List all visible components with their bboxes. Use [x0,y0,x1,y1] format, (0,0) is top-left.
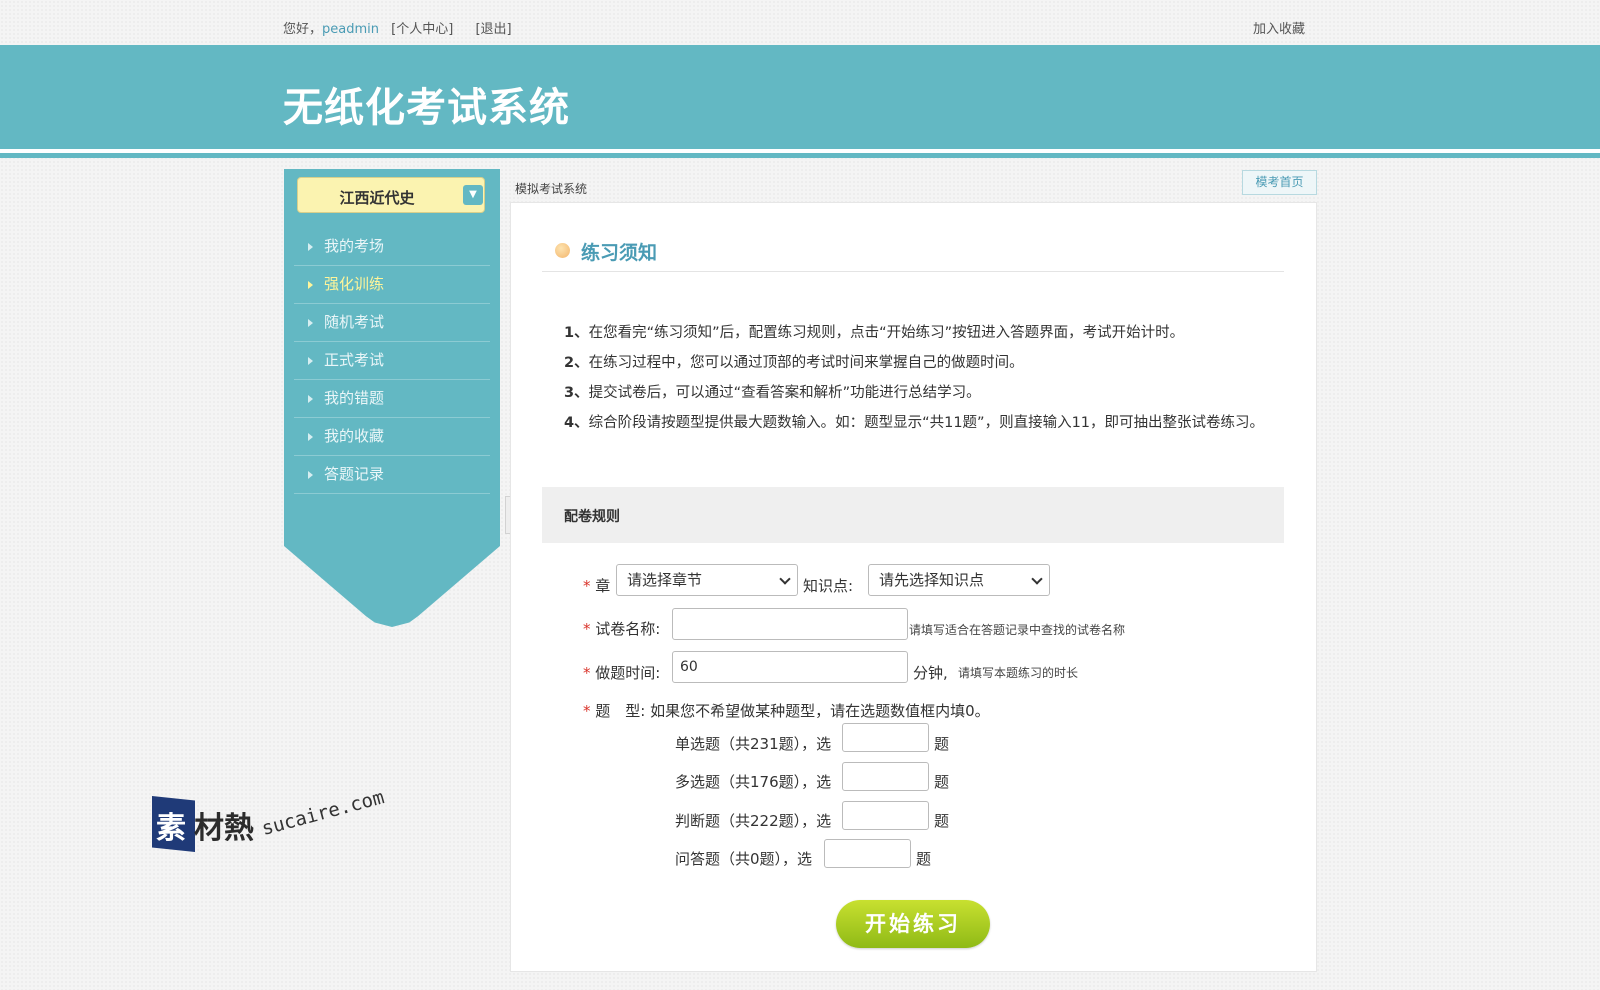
personal-center-link[interactable]: [个人中心] [391,22,453,37]
user-greeting: 您好，peadmin [个人中心] [退出] [283,18,512,37]
top-bar: 您好，peadmin [个人中心] [退出] 加入收藏 [0,0,1600,45]
sidebar-item-intensive-training[interactable]: 强化训练 [294,266,490,304]
chevron-down-icon [1031,573,1043,585]
paper-name-label: * 试卷名称: [583,620,661,638]
sidebar-item-wrong-questions[interactable]: 我的错题 [294,380,490,418]
required-mark: * [583,620,591,638]
triangle-right-icon [308,281,313,289]
sidebar-menu: 我的考场 强化训练 随机考试 正式考试 我的错题 我的收藏 答题记录 [294,228,490,494]
duration-unit: 分钟, [913,664,948,682]
greeting-text: 您好， [283,22,323,37]
question-suffix: 题 [934,735,950,753]
question-suffix: 题 [934,773,950,791]
header-banner [0,45,1600,149]
bullet-dot-icon [555,243,570,258]
knowledge-label: 知识点: [803,577,854,595]
rule-item: 2、在练习过程中，您可以通过顶部的考试时间来掌握自己的做题时间。 [564,355,1024,371]
banner-divider-band [0,153,1600,158]
triangle-right-icon [308,357,313,365]
sidebar-item-my-exam-room[interactable]: 我的考场 [294,228,490,266]
multi-choice-count-input[interactable] [842,762,929,791]
breadcrumb: 模拟考试系统 [515,182,588,196]
essay-count-input[interactable] [824,839,911,868]
rule-item: 1、在您看完“练习须知”后，配置练习规则，点击“开始练习”按钮进入答题界面，考试… [564,325,1185,341]
username-link[interactable]: peadmin [322,22,379,37]
chapter-select-value: 请选择章节 [627,571,703,589]
true-false-label: 判断题（共222题），选 [675,812,832,830]
config-header-bar [542,487,1284,543]
triangle-right-icon [308,395,313,403]
triangle-right-icon [308,433,313,441]
duration-hint: 请填写本题练习的时长 [958,666,1079,680]
sidebar-item-label: 我的错题 [324,389,385,407]
sidebar-item-label: 答题记录 [324,465,385,483]
sidebar-item-formal-exam[interactable]: 正式考试 [294,342,490,380]
required-mark: * [583,664,591,682]
duration-label: * 做题时间: [583,664,661,682]
chevron-down-icon [779,573,791,585]
divider [542,271,1284,272]
watermark-url: sucaire.com [259,786,387,840]
question-types-label: * 题 型: 如果您不希望做某种题型，请在选题数值框内填0。 [583,702,990,720]
rule-item: 4、综合阶段请按题型提供最大题数输入。如：题型显示“共11题”，则直接输入11，… [564,415,1265,431]
start-practice-button[interactable]: 开始练习 [836,900,990,948]
notice-rules: 1、在您看完“练习须知”后，配置练习规则，点击“开始练习”按钮进入答题界面，考试… [564,318,1264,438]
subject-label: 江西近代史 [339,189,415,207]
watermark-text: 材熱 [194,811,254,846]
bookmark-link[interactable]: 加入收藏 [1253,18,1305,37]
chapter-select[interactable]: 请选择章节 [616,564,798,596]
config-title: 配卷规则 [564,509,620,525]
question-types-hint: 如果您不希望做某种题型，请在选题数值框内填0。 [650,702,990,720]
sidebar-item-label: 我的考场 [324,237,385,255]
knowledge-select[interactable]: 请先选择知识点 [868,564,1050,596]
question-suffix: 题 [934,812,950,830]
subject-select[interactable]: 江西近代史 ▼ [297,177,485,213]
multi-choice-label: 多选题（共176题），选 [675,773,832,791]
notice-title: 练习须知 [581,242,658,264]
exam-home-button[interactable]: 模考首页 [1242,170,1317,195]
rule-item: 3、提交试卷后，可以通过“查看答案和解析”功能进行总结学习。 [564,385,981,401]
paper-name-hint: 请填写适合在答题记录中查找的试卷名称 [909,623,1126,637]
triangle-right-icon [308,319,313,327]
required-mark: * [583,702,591,720]
sidebar-item-favorites[interactable]: 我的收藏 [294,418,490,456]
duration-input[interactable]: 60 [672,651,908,683]
single-choice-label: 单选题（共231题），选 [675,735,832,753]
knowledge-select-value: 请先选择知识点 [879,571,985,589]
sidebar-item-random-exam[interactable]: 随机考试 [294,304,490,342]
required-mark: * [583,577,591,595]
sidebar-item-answer-history[interactable]: 答题记录 [294,456,490,494]
question-suffix: 题 [916,850,932,868]
chapter-label: * 章 [583,577,611,595]
sidebar-item-label: 我的收藏 [324,427,385,445]
sidebar-item-label: 随机考试 [324,313,385,331]
logout-link[interactable]: [退出] [475,22,511,37]
essay-label: 问答题（共0题），选 [675,850,813,868]
watermark-char: 素 [156,811,186,846]
triangle-right-icon [308,243,313,251]
triangle-right-icon [308,471,313,479]
chevron-down-icon[interactable]: ▼ [463,185,483,205]
sidebar-item-label: 强化训练 [324,275,385,293]
site-title: 无纸化考试系统 [283,85,570,131]
sidebar-tip [284,537,500,627]
sidebar-item-label: 正式考试 [324,351,385,369]
true-false-count-input[interactable] [842,801,929,830]
single-choice-count-input[interactable] [842,723,929,752]
paper-name-input[interactable] [672,608,908,640]
